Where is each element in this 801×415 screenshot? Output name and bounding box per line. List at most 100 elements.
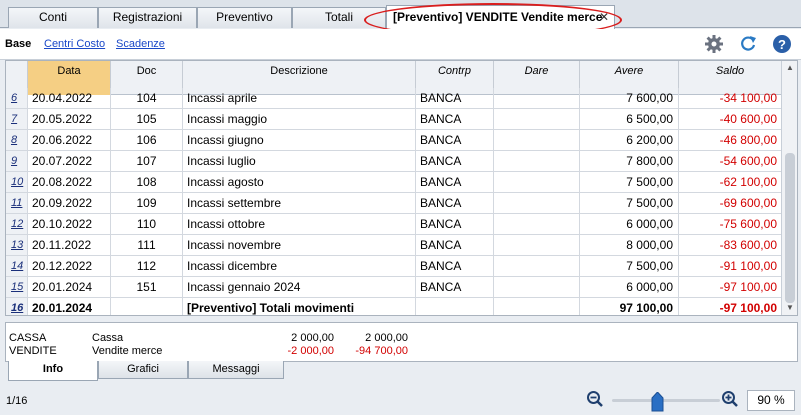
- row-number[interactable]: 11: [6, 193, 28, 213]
- gear-icon[interactable]: [704, 34, 724, 54]
- cell-avere[interactable]: 8 000,00: [580, 235, 679, 255]
- cell-data[interactable]: 20.08.2022: [28, 172, 111, 192]
- cell-saldo[interactable]: -69 600,00: [679, 193, 781, 213]
- cell-dare[interactable]: [494, 298, 580, 315]
- cell-data[interactable]: 20.04.2022: [28, 88, 111, 108]
- cell-descrizione[interactable]: Incassi novembre: [183, 235, 416, 255]
- row-number[interactable]: 15: [6, 277, 28, 297]
- cell-avere[interactable]: 6 500,00: [580, 109, 679, 129]
- cell-descrizione[interactable]: Incassi dicembre: [183, 256, 416, 276]
- cell-saldo[interactable]: -75 600,00: [679, 214, 781, 234]
- close-icon[interactable]: ✕: [599, 6, 609, 28]
- cell-contrp[interactable]: [416, 298, 494, 315]
- table-row[interactable]: 9 20.07.2022 107 Incassi luglio BANCA 7 800,0…: [6, 151, 781, 172]
- cell-dare[interactable]: [494, 151, 580, 171]
- table-row[interactable]: 6 20.04.2022 104 Incassi aprile BANCA 7 600,0…: [6, 88, 781, 109]
- cell-data[interactable]: 20.01.2024: [28, 277, 111, 297]
- table-row[interactable]: 13 20.11.2022 111 Incassi novembre BANCA 8 00…: [6, 235, 781, 256]
- cell-avere[interactable]: 7 500,00: [580, 172, 679, 192]
- row-number[interactable]: 9: [6, 151, 28, 171]
- cell-data[interactable]: 20.07.2022: [28, 151, 111, 171]
- cell-doc[interactable]: 106: [111, 130, 183, 150]
- tab-totali[interactable]: Totali: [292, 7, 386, 28]
- cell-doc[interactable]: [111, 298, 183, 315]
- cell-data[interactable]: 20.06.2022: [28, 130, 111, 150]
- cell-avere[interactable]: 7 500,00: [580, 193, 679, 213]
- cell-avere[interactable]: 6 000,00: [580, 214, 679, 234]
- help-icon[interactable]: ?: [772, 34, 792, 54]
- scroll-up-icon[interactable]: ▲: [782, 61, 797, 75]
- zoom-slider-thumb[interactable]: [651, 392, 664, 412]
- tab-conti[interactable]: Conti: [8, 7, 98, 28]
- cell-saldo[interactable]: -97 100,00: [679, 277, 781, 297]
- table-row[interactable]: 8 20.06.2022 106 Incassi giugno BANCA 6 200,0…: [6, 130, 781, 151]
- cell-descrizione[interactable]: Incassi maggio: [183, 109, 416, 129]
- cell-contrp[interactable]: BANCA: [416, 88, 494, 108]
- cell-doc[interactable]: 110: [111, 214, 183, 234]
- row-number[interactable]: 10: [6, 172, 28, 192]
- cell-contrp[interactable]: BANCA: [416, 277, 494, 297]
- cell-descrizione[interactable]: [Preventivo] Totali movimenti: [183, 298, 416, 315]
- cell-data[interactable]: 20.11.2022: [28, 235, 111, 255]
- cell-descrizione[interactable]: Incassi agosto: [183, 172, 416, 192]
- cell-avere[interactable]: 7 800,00: [580, 151, 679, 171]
- table-row[interactable]: 7 20.05.2022 105 Incassi maggio BANCA 6 500,0…: [6, 109, 781, 130]
- subtab-centri-costo[interactable]: Centri Costo: [44, 38, 105, 50]
- cell-contrp[interactable]: BANCA: [416, 172, 494, 192]
- cell-doc[interactable]: 107: [111, 151, 183, 171]
- cell-dare[interactable]: [494, 109, 580, 129]
- tab-grafici[interactable]: Grafici: [98, 361, 188, 379]
- cell-dare[interactable]: [494, 88, 580, 108]
- cell-contrp[interactable]: BANCA: [416, 151, 494, 171]
- cell-contrp[interactable]: BANCA: [416, 214, 494, 234]
- scrollbar-thumb[interactable]: [785, 153, 795, 303]
- cell-descrizione[interactable]: Incassi aprile: [183, 88, 416, 108]
- zoom-slider[interactable]: [612, 399, 720, 402]
- row-number[interactable]: 13: [6, 235, 28, 255]
- cell-contrp[interactable]: BANCA: [416, 256, 494, 276]
- cell-dare[interactable]: [494, 256, 580, 276]
- cell-doc[interactable]: 112: [111, 256, 183, 276]
- refresh-icon[interactable]: [738, 34, 758, 54]
- tab-preventivo-vendite[interactable]: [Preventivo] VENDITE Vendite merce ✕: [386, 5, 615, 29]
- cell-contrp[interactable]: BANCA: [416, 130, 494, 150]
- tab-preventivo[interactable]: Preventivo: [197, 7, 292, 28]
- zoom-level-field[interactable]: 90 %: [747, 390, 795, 411]
- cell-data[interactable]: 20.12.2022: [28, 256, 111, 276]
- cell-dare[interactable]: [494, 130, 580, 150]
- cell-doc[interactable]: 104: [111, 88, 183, 108]
- subtab-scadenze[interactable]: Scadenze: [116, 38, 165, 50]
- cell-contrp[interactable]: BANCA: [416, 235, 494, 255]
- cell-saldo[interactable]: -46 800,00: [679, 130, 781, 150]
- cell-saldo[interactable]: -83 600,00: [679, 235, 781, 255]
- cell-descrizione[interactable]: Incassi giugno: [183, 130, 416, 150]
- tab-messaggi[interactable]: Messaggi: [188, 361, 284, 379]
- cell-avere[interactable]: 6 000,00: [580, 277, 679, 297]
- cell-saldo[interactable]: -40 600,00: [679, 109, 781, 129]
- cell-data[interactable]: 20.10.2022: [28, 214, 111, 234]
- cell-doc[interactable]: 109: [111, 193, 183, 213]
- vertical-scrollbar[interactable]: ▲ ▼: [781, 61, 797, 315]
- table-row[interactable]: 14 20.12.2022 112 Incassi dicembre BANCA 7 50…: [6, 256, 781, 277]
- row-number[interactable]: 16: [6, 298, 28, 315]
- row-number[interactable]: 14: [6, 256, 28, 276]
- cell-dare[interactable]: [494, 172, 580, 192]
- tab-info[interactable]: Info: [8, 361, 98, 381]
- cell-data[interactable]: 20.05.2022: [28, 109, 111, 129]
- table-row[interactable]: 10 20.08.2022 108 Incassi agosto BANCA 7 500,…: [6, 172, 781, 193]
- zoom-in-icon[interactable]: [721, 390, 739, 408]
- cell-saldo[interactable]: -34 100,00: [679, 88, 781, 108]
- totals-row[interactable]: 16 20.01.2024 [Preventivo] Totali moviment…: [6, 298, 781, 315]
- row-number[interactable]: 8: [6, 130, 28, 150]
- cell-avere[interactable]: 7 600,00: [580, 88, 679, 108]
- row-number[interactable]: 12: [6, 214, 28, 234]
- cell-descrizione[interactable]: Incassi settembre: [183, 193, 416, 213]
- cell-descrizione[interactable]: Incassi ottobre: [183, 214, 416, 234]
- cell-saldo[interactable]: -54 600,00: [679, 151, 781, 171]
- cell-avere[interactable]: 97 100,00: [580, 298, 679, 315]
- cell-data[interactable]: 20.01.2024: [28, 298, 111, 315]
- cell-dare[interactable]: [494, 193, 580, 213]
- cell-avere[interactable]: 7 500,00: [580, 256, 679, 276]
- cell-contrp[interactable]: BANCA: [416, 193, 494, 213]
- table-row[interactable]: 11 20.09.2022 109 Incassi settembre BANCA 7 5…: [6, 193, 781, 214]
